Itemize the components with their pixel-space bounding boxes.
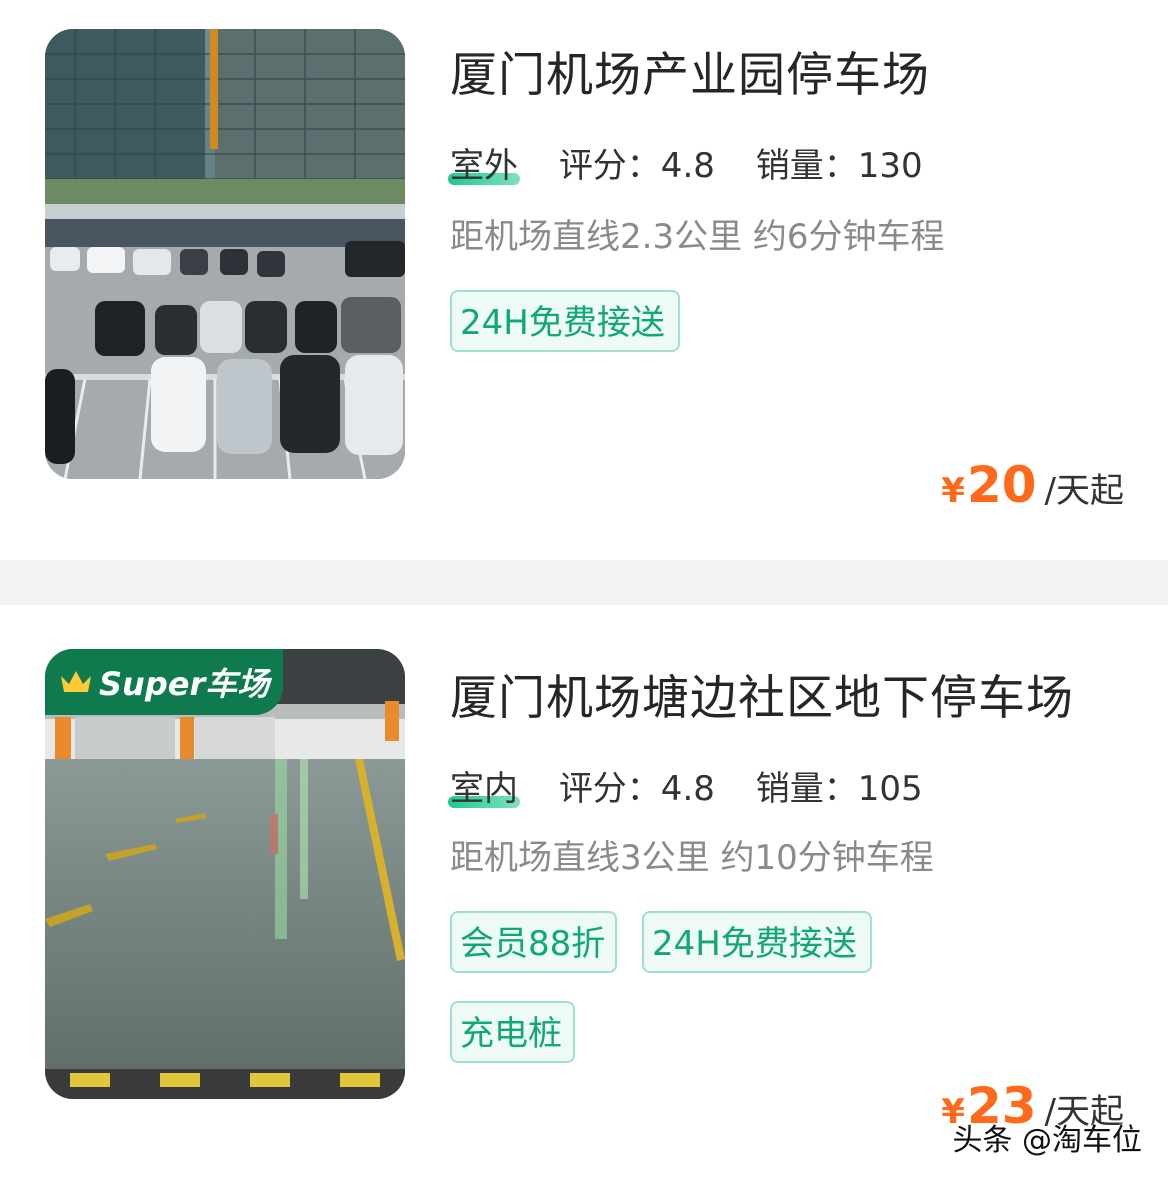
parking-lot-title[interactable]: 厦门机场塘边社区地下停车场 xyxy=(450,659,1074,728)
distance-info: 距机场直线3公里 约10分钟车程 xyxy=(450,838,934,878)
price-value: 20 xyxy=(966,456,1037,514)
currency-symbol: ¥ xyxy=(941,471,965,511)
location-type: 室内 xyxy=(448,761,520,810)
rating: 评分：4.8 xyxy=(558,146,715,186)
parking-lot-photo[interactable] xyxy=(45,29,405,479)
sales-count: 销量：105 xyxy=(755,769,923,809)
listing-meta: 室内 评分：4.8 销量：105 xyxy=(448,761,923,810)
crown-icon xyxy=(61,671,91,692)
super-parking-badge: Super车场 xyxy=(45,649,283,715)
charging-station-tag: 充电桩 xyxy=(450,1001,575,1063)
price: ¥20/天起 xyxy=(941,456,1124,514)
parking-lot-photo[interactable]: Super车场 xyxy=(45,649,405,1099)
underground-garage-image xyxy=(45,649,405,1099)
service-tag: 24H免费接送 xyxy=(450,290,680,352)
watermark: 头条 @淘车位 xyxy=(952,1123,1142,1158)
badge-label: Super车场 xyxy=(99,665,270,703)
card-divider xyxy=(0,560,1168,605)
rating: 评分：4.8 xyxy=(558,769,715,809)
location-type-label: 室外 xyxy=(450,146,518,186)
member-discount-tag: 会员88折 xyxy=(450,911,617,973)
sales-count: 销量：130 xyxy=(755,146,923,186)
service-tag: 24H免费接送 xyxy=(642,911,872,973)
distance-info: 距机场直线2.3公里 约6分钟车程 xyxy=(450,217,945,257)
listing-meta: 室外 评分：4.8 销量：130 xyxy=(448,138,923,187)
location-type-label: 室内 xyxy=(450,769,518,809)
parking-listing-card[interactable]: Super车场 厦门机场塘边社区地下停车场 室内 评分：4.8 销量：105 距… xyxy=(0,605,1168,1181)
parking-lot-title[interactable]: 厦门机场产业园停车场 xyxy=(450,36,930,105)
price-unit: /天起 xyxy=(1044,471,1124,511)
location-type: 室外 xyxy=(448,138,520,187)
outdoor-parking-lot-image xyxy=(45,29,405,479)
parking-listing-card[interactable]: 厦门机场产业园停车场 室外 评分：4.8 销量：130 距机场直线2.3公里 约… xyxy=(0,0,1168,560)
